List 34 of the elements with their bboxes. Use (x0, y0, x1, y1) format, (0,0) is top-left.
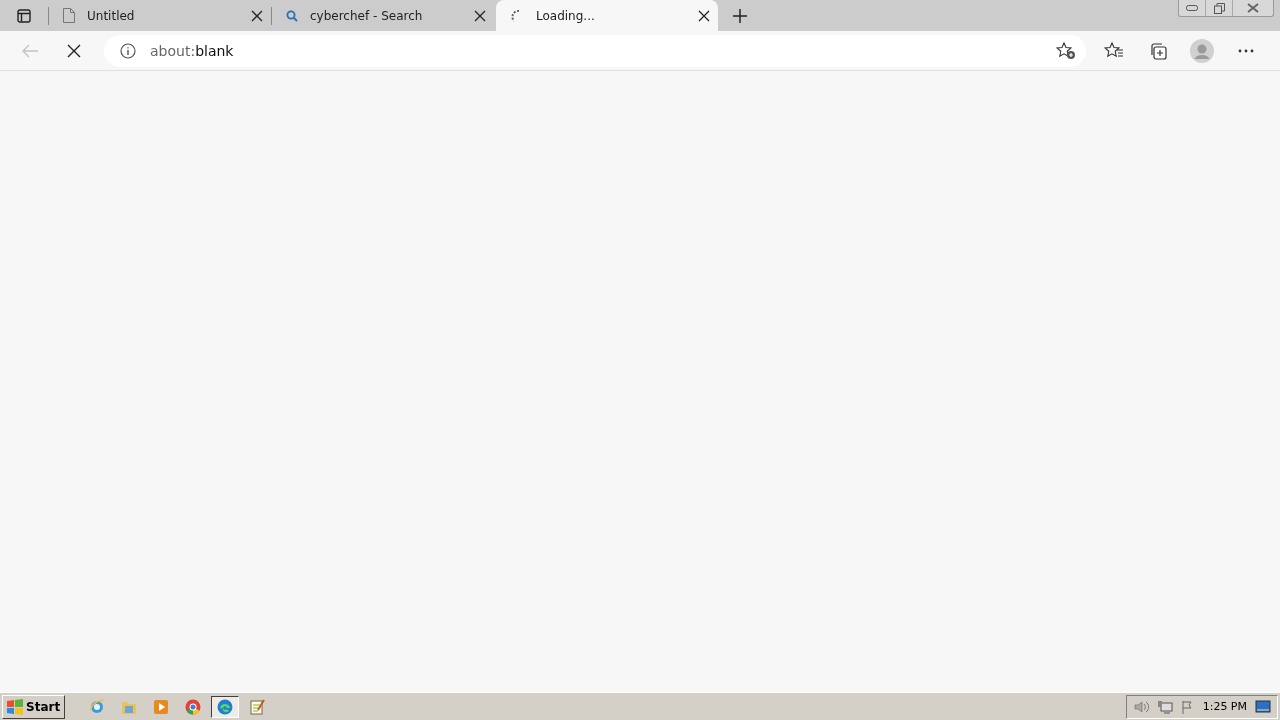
taskbar-button[interactable] (211, 695, 240, 718)
network-icon[interactable] (1156, 699, 1173, 714)
speaker-icon[interactable] (1132, 699, 1149, 714)
close-icon[interactable] (474, 9, 486, 22)
browser-tab[interactable]: Untitled (49, 0, 271, 31)
globe-icon (88, 697, 107, 716)
search-icon (286, 9, 298, 22)
restore-icon[interactable] (1213, 2, 1225, 14)
flag-icon[interactable] (1180, 699, 1195, 714)
clock-text[interactable]: 1:25 PM (1202, 700, 1247, 713)
tab-actions-icon[interactable] (17, 8, 31, 23)
info-icon[interactable] (120, 42, 136, 59)
play-icon (152, 697, 171, 716)
browser-tab[interactable]: Loading... (496, 0, 718, 31)
notepad-icon (248, 697, 267, 716)
page-icon (63, 8, 75, 23)
minimize-icon[interactable] (1186, 5, 1198, 11)
favorites-icon[interactable] (1104, 41, 1124, 60)
start-button[interactable]: Start (2, 694, 66, 719)
url-text: about:blank (150, 42, 235, 59)
browser-tab[interactable]: cyberchef - Search (272, 0, 494, 31)
add-favorite-icon[interactable] (1056, 41, 1076, 60)
more-icon[interactable] (1238, 48, 1254, 53)
plus-icon[interactable] (732, 7, 748, 24)
address-field[interactable]: about:blank (104, 34, 1086, 67)
close-icon[interactable] (251, 9, 263, 22)
collections-icon[interactable] (1149, 41, 1167, 60)
windows-logo-icon (6, 698, 24, 715)
close-icon[interactable] (698, 9, 710, 22)
ring-icon (184, 697, 203, 716)
desktop-icon[interactable] (1255, 699, 1271, 714)
swirl-icon (216, 697, 235, 716)
stop-icon[interactable] (67, 43, 81, 58)
avatar-icon[interactable] (1190, 38, 1214, 63)
